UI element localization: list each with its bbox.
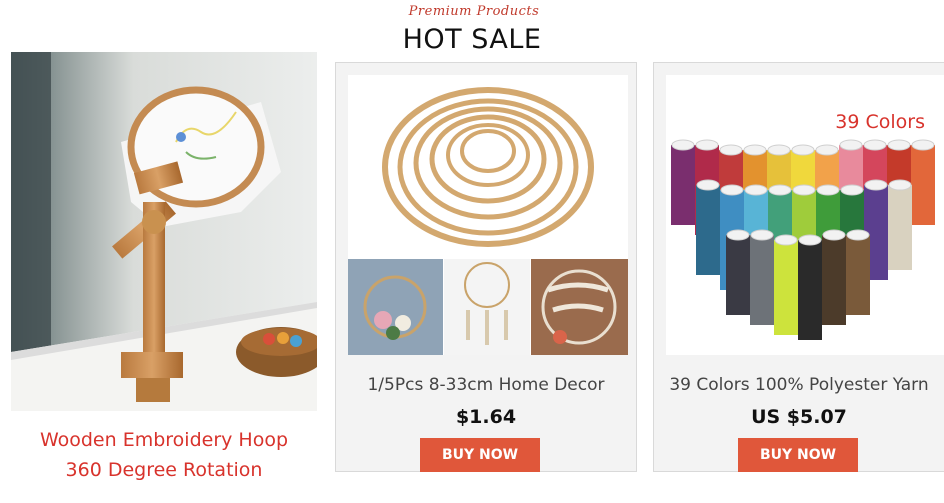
header: Premium Products HOT SALE [0, 0, 944, 58]
buy-now-button[interactable]: BUY NOW [420, 438, 540, 472]
hero-caption[interactable]: Wooden Embroidery Hoop 360 Degree Rotati… [11, 425, 317, 485]
product-card-hoops[interactable]: 1/5Pcs 8-33cm Home Decor $1.64 BUY NOW [335, 62, 637, 472]
color-count-badge: 39 Colors [835, 111, 925, 133]
hero-caption-line1: Wooden Embroidery Hoop [39, 429, 289, 451]
product-price: US $5.07 [751, 406, 847, 428]
buy-now-button[interactable]: BUY NOW [738, 438, 858, 472]
hero-image-embroidery-stand[interactable] [11, 52, 317, 411]
product-price: $1.64 [455, 406, 517, 428]
hero-caption-line2: 360 Degree Rotation [65, 459, 263, 481]
product-card-yarn[interactable]: 39 Colors 39 Colors 100% Polyester Yarn … [653, 62, 944, 472]
premium-tagline: Premium Products [408, 4, 540, 19]
product-image-thread-spools[interactable]: 39 Colors [666, 75, 944, 355]
product-title[interactable]: 1/5Pcs 8-33cm Home Decor [336, 375, 636, 395]
page-title: HOT SALE [402, 24, 542, 55]
product-title[interactable]: 39 Colors 100% Polyester Yarn [654, 375, 944, 395]
product-image-bamboo-hoops[interactable] [348, 75, 628, 355]
